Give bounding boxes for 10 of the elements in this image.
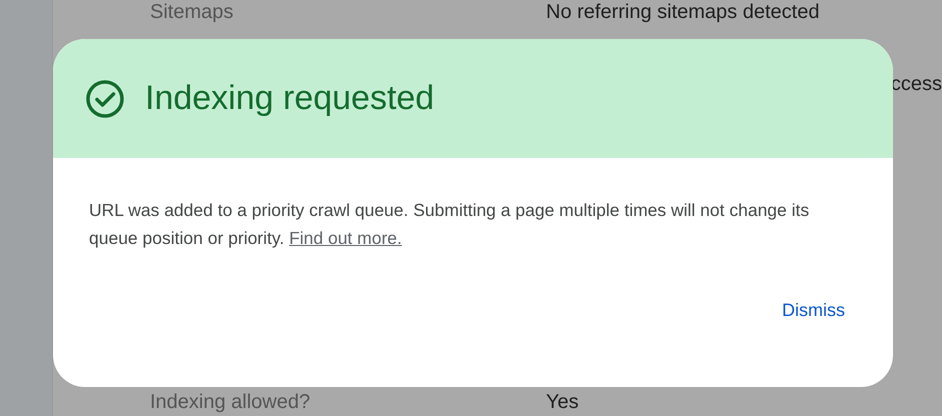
row-value: ccess bbox=[890, 72, 942, 96]
dialog-title: Indexing requested bbox=[145, 79, 434, 118]
dismiss-button[interactable]: Dismiss bbox=[766, 292, 861, 329]
find-out-more-link[interactable]: Find out more. bbox=[289, 228, 402, 248]
row-value: Yes bbox=[546, 390, 579, 414]
dialog-message: URL was added to a priority crawl queue. Submitting a page multiple times will not change its queue position or priority. Find out more. bbox=[89, 199, 810, 250]
row-value: No referring sitemaps detected bbox=[546, 0, 820, 24]
row-label: Sitemaps bbox=[150, 0, 234, 24]
row-label: Indexing allowed? bbox=[150, 390, 312, 414]
check-circle-icon bbox=[85, 78, 125, 118]
